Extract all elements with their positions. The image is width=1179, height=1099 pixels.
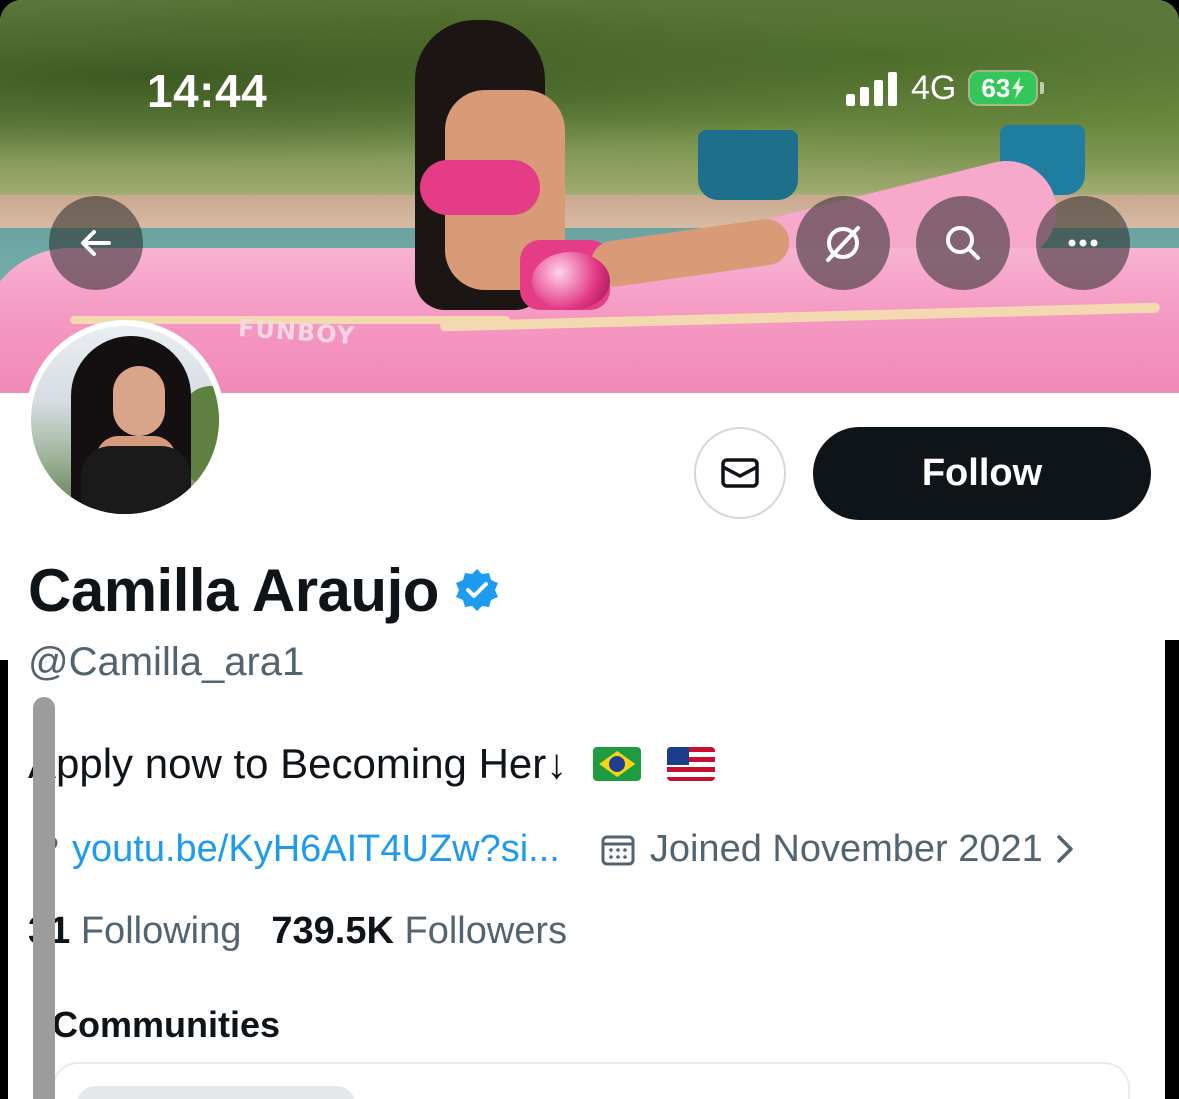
arrow-left-icon [81, 230, 111, 256]
screen-edge [0, 660, 8, 1099]
communities-heading: Communities [52, 1004, 281, 1045]
envelope-icon [721, 458, 759, 488]
community-pill [76, 1086, 356, 1099]
status-indicators: 4G 63 [846, 66, 1045, 110]
followers-label: Followers [404, 910, 568, 952]
battery-level: 63 [981, 72, 1011, 103]
profile-name-row: Camilla Araujo [28, 556, 501, 625]
bio-text: Apply now to Becoming Her↓ [28, 740, 568, 787]
profile-stats: 31 Following 739.5K Followers [28, 910, 567, 953]
more-button[interactable] [1036, 196, 1130, 290]
banner-planter [698, 130, 798, 200]
usa-flag-icon [667, 747, 716, 781]
search-icon [946, 226, 980, 260]
avatar[interactable] [25, 320, 225, 520]
search-button[interactable] [916, 196, 1010, 290]
message-button[interactable] [694, 427, 786, 519]
network-type: 4G [911, 68, 957, 107]
joined-text: Joined November 2021 [649, 827, 1043, 870]
profile-bio: Apply now to Becoming Her↓ [28, 740, 716, 788]
joined-date[interactable]: Joined November 2021 [600, 828, 1077, 871]
status-time: 14:44 [147, 65, 268, 117]
profile-meta: youtu.be/KyH6AIT4UZw?si... Joined Novemb… [28, 826, 1077, 872]
avatar-photo [31, 326, 219, 514]
chevron-right-icon [1057, 835, 1073, 863]
brazil-flag-icon [593, 747, 642, 781]
profile-name: Camilla Araujo [28, 557, 439, 624]
scrollbar-thumb[interactable] [33, 697, 55, 1099]
followers-stat[interactable]: 739.5K Followers [271, 910, 567, 953]
profile-handle: @Camilla_ara1 [28, 640, 305, 684]
battery-icon: 63 [970, 72, 1045, 104]
grok-button[interactable] [796, 196, 890, 290]
following-label: Following [80, 910, 242, 952]
charging-bolt-icon [1012, 77, 1025, 99]
following-stat[interactable]: 31 Following [28, 910, 241, 953]
banner-disco-ball [532, 252, 610, 310]
screen-edge [1165, 640, 1179, 1099]
calendar-icon [601, 835, 635, 866]
follow-button[interactable]: Follow [813, 427, 1151, 520]
profile-link[interactable]: youtu.be/KyH6AIT4UZw?si... [72, 828, 560, 871]
verified-badge-icon[interactable] [453, 567, 501, 615]
cellular-signal-icon [846, 70, 897, 106]
more-horizontal-icon [1068, 239, 1098, 247]
back-button[interactable] [49, 196, 143, 290]
grok-icon [826, 226, 860, 262]
followers-count: 739.5K [271, 910, 394, 952]
profile-screen: FUNBOY 14:44 4G 63 Follow Camilla Araujo… [0, 0, 1179, 1099]
